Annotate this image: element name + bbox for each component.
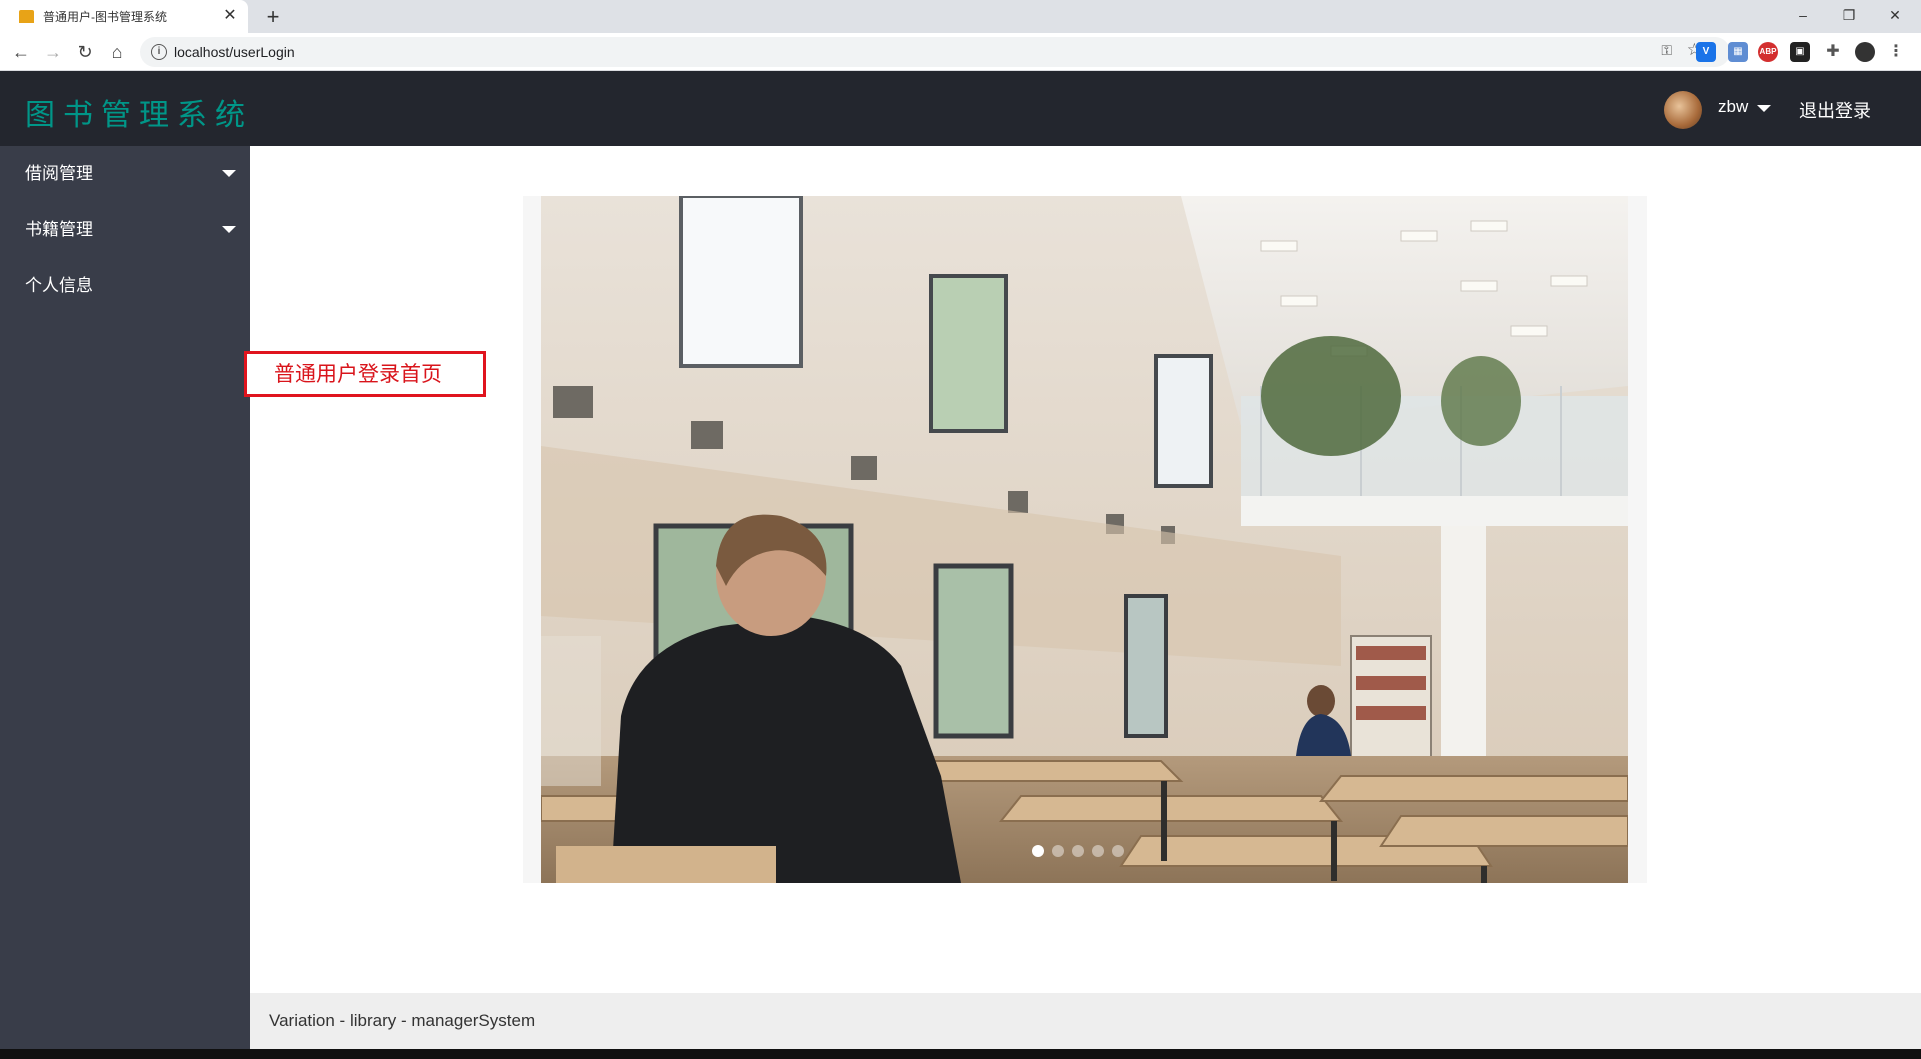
footer-text: Variation - library - managerSystem bbox=[269, 1011, 536, 1030]
sidebar-item-books[interactable]: 书籍管理 bbox=[0, 202, 250, 258]
browser-tab[interactable]: 普通用户-图书管理系统 ✕ bbox=[0, 0, 248, 33]
profile-avatar-icon[interactable] bbox=[1855, 42, 1875, 62]
user-avatar[interactable] bbox=[1664, 91, 1702, 129]
reload-icon[interactable]: ↻ bbox=[73, 40, 97, 64]
address-bar[interactable]: i localhost/userLogin ⚿ ☆ bbox=[140, 37, 1730, 67]
username-label[interactable]: zbw bbox=[1718, 97, 1748, 117]
minimize-icon[interactable]: – bbox=[1780, 0, 1826, 30]
os-taskbar bbox=[0, 1049, 1921, 1059]
carousel-indicators bbox=[1032, 845, 1124, 857]
library-favicon-icon bbox=[19, 10, 34, 23]
chevron-down-icon[interactable] bbox=[1757, 105, 1771, 112]
forward-icon[interactable]: → bbox=[41, 40, 65, 64]
app-logo[interactable]: 图书管理系统 bbox=[25, 90, 253, 134]
extension-grid-icon[interactable]: ▦ bbox=[1728, 42, 1748, 62]
close-tab-icon[interactable]: ✕ bbox=[220, 6, 240, 26]
sidebar: 借阅管理 书籍管理 个人信息 bbox=[0, 146, 250, 1049]
sidebar-item-borrow[interactable]: 借阅管理 bbox=[0, 146, 250, 202]
chevron-down-icon bbox=[222, 170, 236, 177]
password-key-icon[interactable]: ⚿ bbox=[1661, 42, 1672, 59]
carousel-dot[interactable] bbox=[1092, 845, 1104, 857]
sidebar-item-label: 个人信息 bbox=[25, 276, 93, 295]
browser-toolbar: ← → ↻ ⌂ i localhost/userLogin ⚿ ☆ V ▦ AB… bbox=[0, 33, 1921, 71]
browser-menu-icon[interactable]: ⋮ bbox=[1886, 42, 1906, 62]
sidebar-item-profile[interactable]: 个人信息 bbox=[0, 258, 250, 314]
carousel-dot[interactable] bbox=[1052, 845, 1064, 857]
sidebar-item-label: 借阅管理 bbox=[25, 164, 93, 183]
carousel-slide-image bbox=[541, 196, 1628, 883]
address-url[interactable]: localhost/userLogin bbox=[174, 44, 295, 60]
library-reading-room-image bbox=[541, 196, 1628, 883]
extensions-puzzle-icon[interactable]: ✚ bbox=[1823, 42, 1843, 62]
new-tab-button[interactable]: + bbox=[260, 4, 286, 30]
home-icon[interactable]: ⌂ bbox=[105, 40, 129, 64]
carousel-dot[interactable] bbox=[1072, 845, 1084, 857]
annotation-label: 普通用户登录首页 bbox=[244, 351, 486, 397]
logout-link[interactable]: 退出登录 bbox=[1799, 97, 1871, 123]
browser-tabstrip: 普通用户-图书管理系统 ✕ + – ❐ ✕ bbox=[0, 0, 1921, 33]
extension-box-icon[interactable]: ▣ bbox=[1790, 42, 1810, 62]
chevron-down-icon bbox=[222, 226, 236, 233]
restore-icon[interactable]: ❐ bbox=[1826, 0, 1872, 30]
image-carousel[interactable] bbox=[523, 196, 1647, 883]
page-footer: Variation - library - managerSystem bbox=[250, 993, 1921, 1049]
sidebar-item-label: 书籍管理 bbox=[25, 220, 93, 239]
carousel-dot[interactable] bbox=[1032, 845, 1044, 857]
site-info-icon[interactable]: i bbox=[151, 44, 167, 60]
tab-title: 普通用户-图书管理系统 bbox=[43, 10, 167, 24]
app-header: 图书管理系统 zbw 退出登录 bbox=[0, 71, 1921, 146]
carousel-dot[interactable] bbox=[1112, 845, 1124, 857]
back-icon[interactable]: ← bbox=[9, 40, 33, 64]
extension-v-icon[interactable]: V bbox=[1696, 42, 1716, 62]
window-close-icon[interactable]: ✕ bbox=[1872, 0, 1918, 30]
adblock-icon[interactable]: ABP bbox=[1758, 42, 1778, 62]
